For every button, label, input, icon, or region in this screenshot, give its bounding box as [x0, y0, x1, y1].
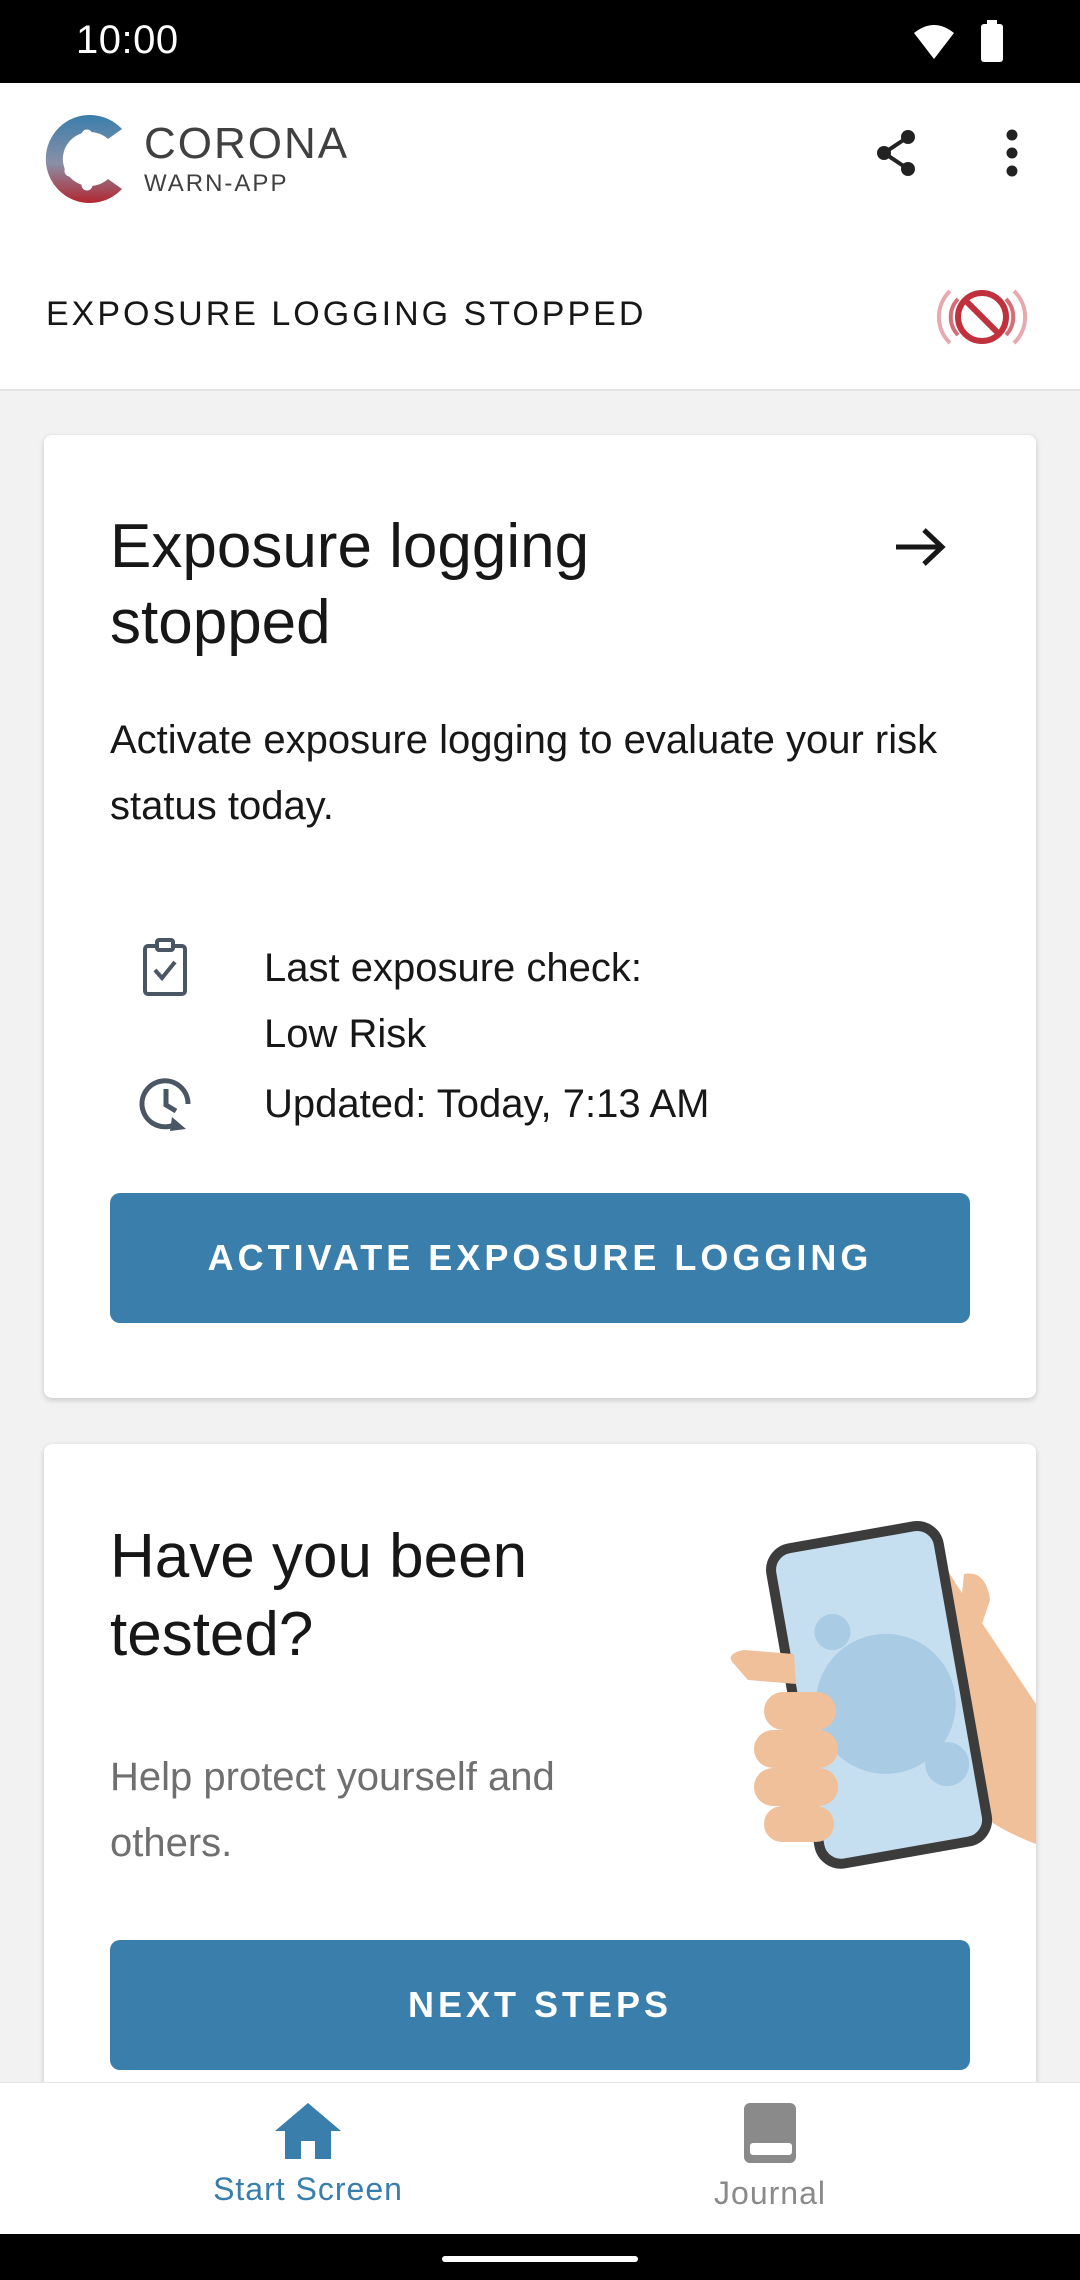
activate-exposure-logging-button[interactable]: ACTIVATE EXPOSURE LOGGING	[110, 1193, 970, 1323]
status-bar: 10:00	[0, 0, 1080, 83]
test-card[interactable]: Have you been tested? Help protect yours…	[44, 1444, 1036, 2082]
status-icons	[912, 20, 1004, 62]
updated-row: Updated: Today, 7:13 AM	[110, 1071, 710, 1137]
risk-card-description: Activate exposure logging to evaluate yo…	[110, 718, 938, 828]
bottom-navigation: Start Screen Journal	[0, 2082, 1080, 2234]
share-button[interactable]	[868, 125, 924, 181]
system-gesture-bar	[0, 2234, 1080, 2280]
history-clock-icon	[139, 1078, 191, 1131]
home-icon	[275, 2103, 341, 2159]
clipboard-check-icon	[143, 938, 187, 996]
book-icon	[744, 2103, 796, 2163]
risk-card[interactable]: Exposure logging stopped Activate exposu…	[44, 435, 1036, 1398]
test-card-title: Have you been tested?	[110, 1522, 528, 1669]
last-check-row: Last exposure check: Low Risk	[110, 935, 642, 1067]
last-check-value: Low Risk	[264, 1012, 427, 1056]
arrow-right-icon[interactable]	[894, 527, 946, 567]
updated-text: Updated: Today, 7:13 AM	[264, 1082, 710, 1126]
main-content[interactable]: Exposure logging stopped Activate exposu…	[0, 391, 1080, 2082]
nav-label-journal: Journal	[714, 2175, 826, 2211]
more-vert-icon	[1006, 129, 1018, 177]
tracing-status-header[interactable]: EXPOSURE LOGGING STOPPED	[0, 243, 1080, 391]
app-bar: CORONA WARN-APP	[0, 83, 1080, 243]
corona-logo-icon	[45, 115, 122, 203]
risk-card-title: Exposure logging stopped	[110, 512, 590, 657]
battery-icon	[981, 20, 1003, 62]
nav-item-journal[interactable]: Journal	[620, 2101, 920, 2221]
tracing-stopped-icon	[936, 289, 1028, 345]
status-time: 10:00	[76, 18, 179, 62]
nav-item-start-screen[interactable]: Start Screen	[158, 2101, 458, 2221]
more-options-button[interactable]	[984, 125, 1040, 181]
next-steps-button[interactable]: NEXT STEPS	[110, 1940, 970, 2070]
nav-label-start-screen: Start Screen	[213, 2171, 403, 2207]
logo-title: CORONA	[144, 119, 350, 168]
share-icon	[877, 130, 915, 176]
tracing-status-title: EXPOSURE LOGGING STOPPED	[46, 295, 647, 333]
logo-subtitle: WARN-APP	[144, 170, 289, 197]
last-check-label: Last exposure check:	[264, 946, 642, 990]
gesture-handle[interactable]	[442, 2256, 638, 2262]
app-logo: CORONA WARN-APP	[42, 109, 349, 209]
wifi-icon	[914, 25, 954, 59]
test-card-description: Help protect yourself and others.	[110, 1755, 555, 1865]
phone-in-hand-illustration	[730, 1521, 1036, 1869]
